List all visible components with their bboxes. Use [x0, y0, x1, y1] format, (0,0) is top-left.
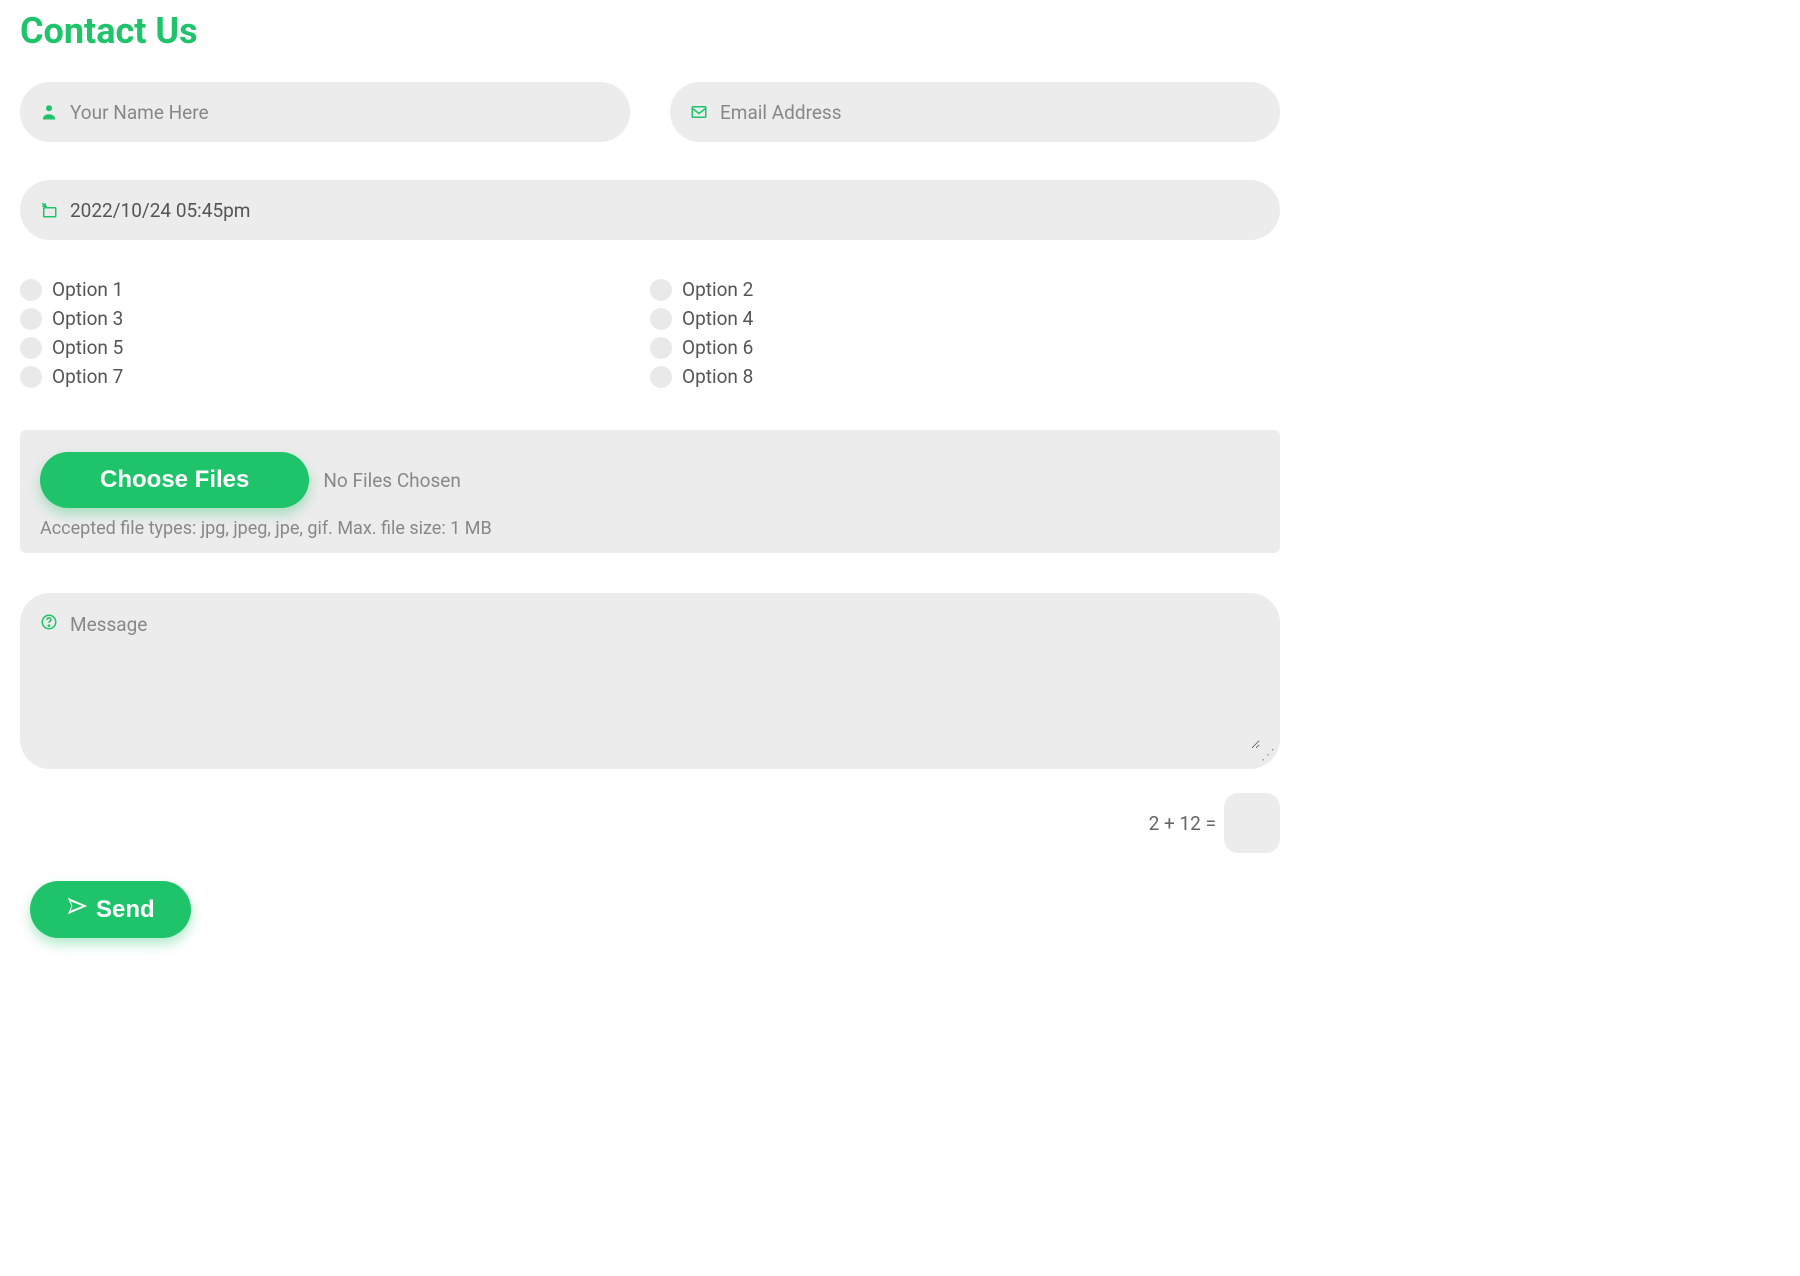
option-item: Option 5 — [20, 336, 650, 359]
paper-plane-icon — [66, 895, 88, 924]
upload-accepted-text: Accepted file types: jpg, jpeg, jpe, gif… — [40, 518, 1260, 539]
option-label: Option 4 — [682, 307, 753, 330]
datetime-input[interactable] — [70, 199, 1260, 222]
option-label: Option 8 — [682, 365, 753, 388]
option-label: Option 3 — [52, 307, 123, 330]
upload-box: Choose Files No Files Chosen Accepted fi… — [20, 430, 1280, 553]
name-field-wrap — [20, 82, 630, 142]
option-label: Option 7 — [52, 365, 123, 388]
email-field-wrap — [670, 82, 1280, 142]
option-item: Option 1 — [20, 278, 650, 301]
person-icon — [40, 103, 58, 121]
question-circle-icon — [40, 613, 58, 631]
upload-status: No Files Chosen — [323, 469, 460, 492]
send-button[interactable]: Send — [30, 881, 191, 938]
option-item: Option 4 — [650, 307, 1280, 330]
option-item: Option 8 — [650, 365, 1280, 388]
option-item: Option 7 — [20, 365, 650, 388]
message-field-wrap: ⋰ — [20, 593, 1280, 769]
datetime-row — [20, 180, 1280, 240]
message-textarea[interactable] — [70, 613, 1260, 749]
choose-files-button[interactable]: Choose Files — [40, 452, 309, 508]
radio-button[interactable] — [650, 308, 672, 330]
captcha-row: 2 + 12 = — [20, 793, 1280, 853]
captcha-label: 2 + 12 = — [1149, 812, 1216, 835]
calendar-arrow-icon — [40, 201, 58, 219]
name-email-row — [20, 82, 1280, 142]
datetime-field-wrap — [20, 180, 1280, 240]
page-title: Contact Us — [20, 10, 1280, 52]
email-input[interactable] — [720, 101, 1260, 124]
options-grid: Option 1 Option 2 Option 3 Option 4 Opti… — [20, 278, 1280, 388]
radio-button[interactable] — [20, 279, 42, 301]
radio-button[interactable] — [20, 337, 42, 359]
option-label: Option 1 — [52, 278, 123, 301]
radio-button[interactable] — [20, 308, 42, 330]
radio-button[interactable] — [650, 337, 672, 359]
option-label: Option 6 — [682, 336, 753, 359]
envelope-icon — [690, 103, 708, 121]
send-button-label: Send — [96, 896, 155, 924]
radio-button[interactable] — [20, 366, 42, 388]
option-item: Option 3 — [20, 307, 650, 330]
option-item: Option 2 — [650, 278, 1280, 301]
name-input[interactable] — [70, 101, 610, 124]
captcha-input[interactable] — [1224, 793, 1280, 853]
radio-button[interactable] — [650, 279, 672, 301]
option-label: Option 5 — [52, 336, 123, 359]
upload-row: Choose Files No Files Chosen — [40, 452, 1260, 508]
radio-button[interactable] — [650, 366, 672, 388]
option-label: Option 2 — [682, 278, 753, 301]
option-item: Option 6 — [650, 336, 1280, 359]
resize-handle-icon: ⋰ — [1261, 747, 1272, 763]
